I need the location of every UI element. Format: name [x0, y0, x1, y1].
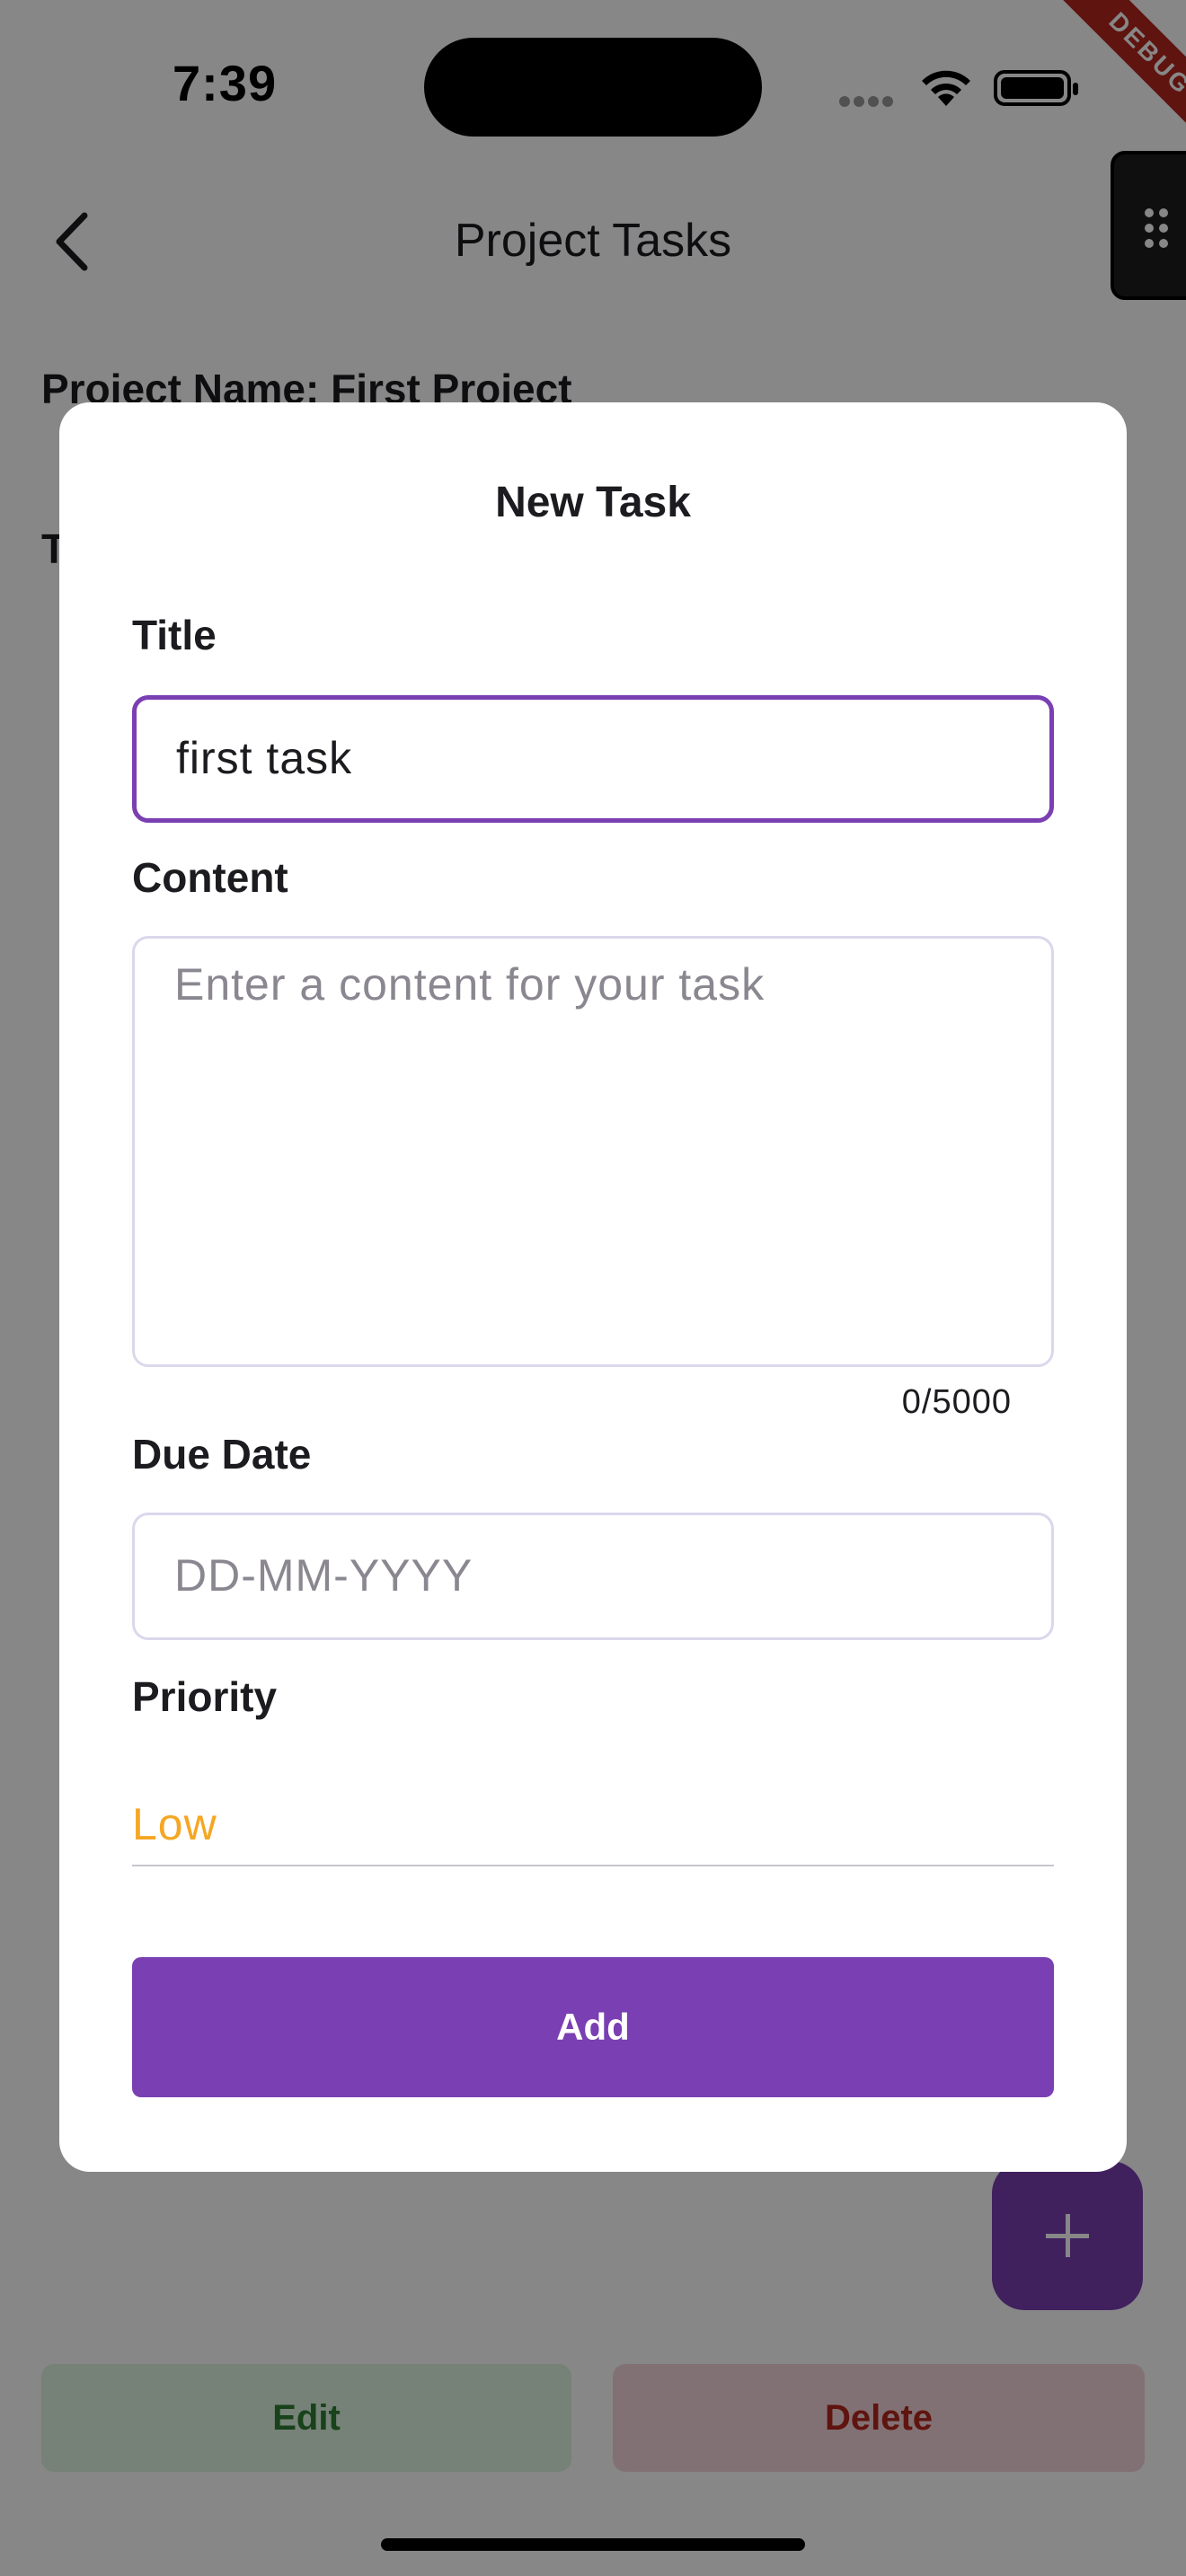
priority-label: Priority	[132, 1673, 278, 1720]
title-input-value: first task	[176, 733, 353, 783]
due-date-input[interactable]: DD-MM-YYYY	[132, 1513, 1054, 1640]
dialog-title: New Task	[495, 479, 691, 526]
title-label: Title	[132, 612, 217, 658]
title-input[interactable]: first task	[132, 695, 1054, 823]
content-placeholder: Enter a content for your task	[174, 959, 766, 1010]
add-button[interactable]: Add	[132, 1957, 1054, 2097]
home-indicator[interactable]	[381, 2538, 805, 2551]
priority-value: Low	[132, 1799, 217, 1849]
new-task-dialog: New Task Title first task Content Enter …	[59, 402, 1127, 2172]
content-textarea[interactable]: Enter a content for your task	[132, 936, 1054, 1367]
content-label: Content	[132, 854, 288, 901]
due-date-placeholder: DD-MM-YYYY	[174, 1550, 474, 1601]
due-date-label: Due Date	[132, 1431, 312, 1478]
priority-select[interactable]: Low	[132, 1786, 1054, 1866]
content-counter: 0/5000	[901, 1383, 1012, 1421]
screen: 7:39 DEBUG Project Tasks Project Name: F…	[0, 0, 1186, 2576]
